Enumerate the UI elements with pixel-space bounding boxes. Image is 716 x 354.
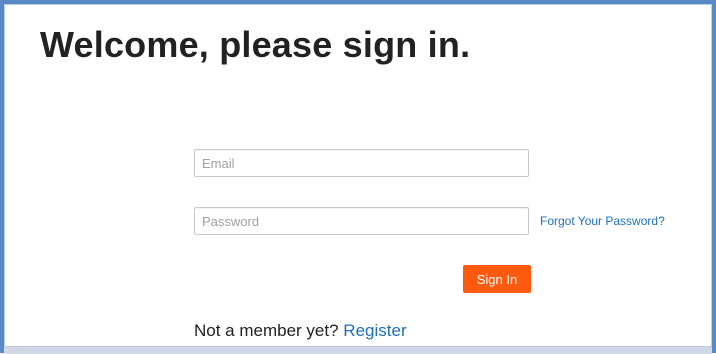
register-link[interactable]: Register bbox=[343, 321, 406, 340]
email-field[interactable] bbox=[194, 149, 529, 177]
register-prompt: Not a member yet? Register bbox=[194, 321, 407, 341]
sign-in-panel: Welcome, please sign in. Forgot Your Pas… bbox=[0, 0, 716, 353]
page-title: Welcome, please sign in. bbox=[40, 24, 471, 65]
register-prompt-text: Not a member yet? bbox=[194, 321, 339, 340]
password-field[interactable] bbox=[194, 207, 529, 235]
forgot-password-link[interactable]: Forgot Your Password? bbox=[540, 214, 665, 228]
sign-in-button[interactable]: Sign In bbox=[463, 265, 531, 293]
